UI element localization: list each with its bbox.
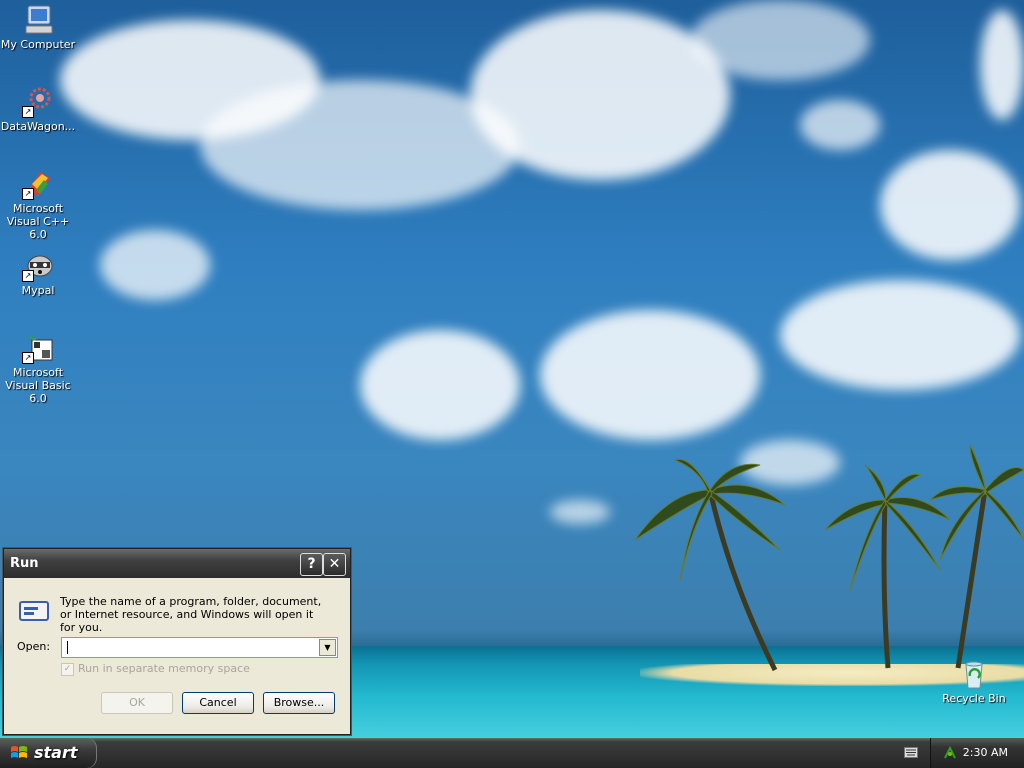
text-caret xyxy=(67,641,68,654)
start-button[interactable]: start xyxy=(0,738,97,768)
desktop-icon-my-computer[interactable]: My Computer xyxy=(0,4,76,51)
shortcut-arrow-icon: ↗ xyxy=(22,106,34,118)
shortcut-arrow-icon: ↗ xyxy=(22,352,34,364)
windows-flag-icon xyxy=(11,746,27,758)
help-button[interactable]: ? xyxy=(300,553,323,576)
network-icon[interactable] xyxy=(943,746,957,760)
palm-trees xyxy=(634,444,1024,672)
visual-basic-icon: ↗ xyxy=(22,332,54,364)
close-button[interactable]: ✕ xyxy=(323,553,346,576)
desktop-icon-mypal[interactable]: ↗ Mypal xyxy=(0,250,76,297)
desktop-icon-visual-basic[interactable]: ↗ Microsoft Visual Basic 6.0 xyxy=(0,332,76,405)
run-dialog: Run ? ✕ Type the name of a program, fold… xyxy=(3,548,351,735)
run-dialog-titlebar[interactable]: Run ? ✕ xyxy=(4,549,350,578)
my-computer-icon xyxy=(22,4,54,36)
run-program-icon xyxy=(18,598,50,622)
desktop-icon-datawagon[interactable]: ↗ DataWagon... xyxy=(0,86,76,133)
dialog-title: Run xyxy=(10,556,39,571)
open-label: Open: xyxy=(17,640,51,653)
visual-cpp-icon: ↗ xyxy=(22,168,54,200)
desktop-icon-label: Microsoft Visual Basic 6.0 xyxy=(5,366,71,405)
chevron-down-icon[interactable]: ▼ xyxy=(319,639,336,656)
datawagon-icon: ↗ xyxy=(22,86,54,118)
cancel-button[interactable]: Cancel xyxy=(182,692,254,714)
taskbar: start 2:30 AM xyxy=(0,738,1024,768)
recycle-bin-icon xyxy=(958,658,990,690)
open-combobox[interactable]: ▼ xyxy=(61,637,338,658)
desktop-icon-label: DataWagon... xyxy=(0,120,76,133)
start-label: start xyxy=(34,743,78,762)
desktop-icon-label: Recycle Bin xyxy=(942,692,1006,705)
ok-button[interactable]: OK xyxy=(101,692,173,714)
keyboard-icon[interactable] xyxy=(904,747,918,758)
browse-button[interactable]: Browse... xyxy=(263,692,335,714)
run-description: Type the name of a program, folder, docu… xyxy=(60,595,322,634)
desktop-icon-label: My Computer xyxy=(0,38,76,51)
separate-memory-checkbox[interactable]: ✓ Run in separate memory space xyxy=(61,662,250,676)
desktop-icon-label: Mypal xyxy=(21,284,55,297)
mypal-raccoon-icon: ↗ xyxy=(22,250,54,282)
shortcut-arrow-icon: ↗ xyxy=(22,270,34,282)
checkbox-check-icon: ✓ xyxy=(61,662,74,676)
shortcut-arrow-icon: ↗ xyxy=(22,188,34,200)
system-tray: 2:30 AM xyxy=(930,738,1024,768)
desktop-icon-visual-cpp[interactable]: ↗ Microsoft Visual C++ 6.0 xyxy=(0,168,76,241)
taskbar-clock[interactable]: 2:30 AM xyxy=(963,738,1008,768)
checkbox-label: Run in separate memory space xyxy=(78,662,250,675)
desktop-icon-label: Microsoft Visual C++ 6.0 xyxy=(6,202,70,241)
run-dialog-body: Type the name of a program, folder, docu… xyxy=(4,578,350,734)
desktop-icon-recycle-bin[interactable]: Recycle Bin xyxy=(936,658,1012,705)
